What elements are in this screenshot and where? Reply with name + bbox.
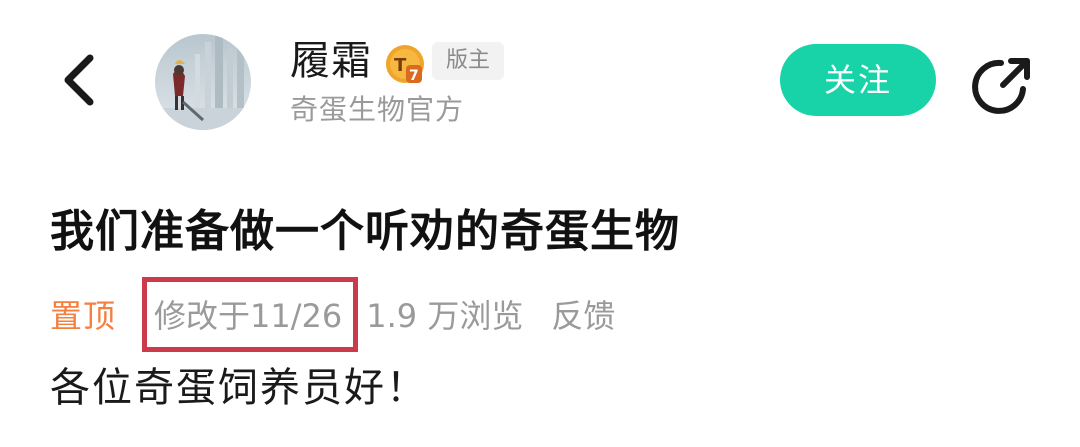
- follow-button[interactable]: 关注: [780, 44, 936, 116]
- post-title: 我们准备做一个听劝的奇蛋生物: [50, 206, 680, 257]
- level-badge-icon: T 7: [384, 43, 426, 85]
- share-icon: [972, 58, 1030, 114]
- back-arrow-icon: [64, 54, 94, 106]
- post-detail-page: 履霜 T 7 版主 奇蛋生物官方 关注 我们准备做一个听劝的奇蛋生物 置顶 修改…: [0, 0, 1080, 447]
- pinned-badge: 置顶: [50, 297, 117, 335]
- svg-text:7: 7: [409, 68, 419, 84]
- post-meta-row: 置顶 修改于11/26 1.9 万浏览 反馈: [50, 277, 615, 352]
- edited-date: 修改于11/26: [142, 277, 359, 352]
- feedback-link[interactable]: 反馈: [551, 290, 615, 342]
- view-count: 1.9 万浏览: [366, 297, 524, 335]
- role-tag: 版主: [432, 42, 505, 80]
- post-body: 各位奇蛋饲养员好！: [50, 365, 428, 411]
- author-name[interactable]: 履霜: [290, 36, 372, 86]
- edited-date-label: 修改于11/26: [154, 297, 343, 335]
- back-button[interactable]: [52, 48, 108, 112]
- avatar-image: [155, 34, 251, 130]
- avatar[interactable]: [155, 34, 251, 130]
- author-subtitle: 奇蛋生物官方: [290, 93, 465, 126]
- svg-text:T: T: [394, 55, 407, 76]
- share-button[interactable]: [964, 48, 1040, 124]
